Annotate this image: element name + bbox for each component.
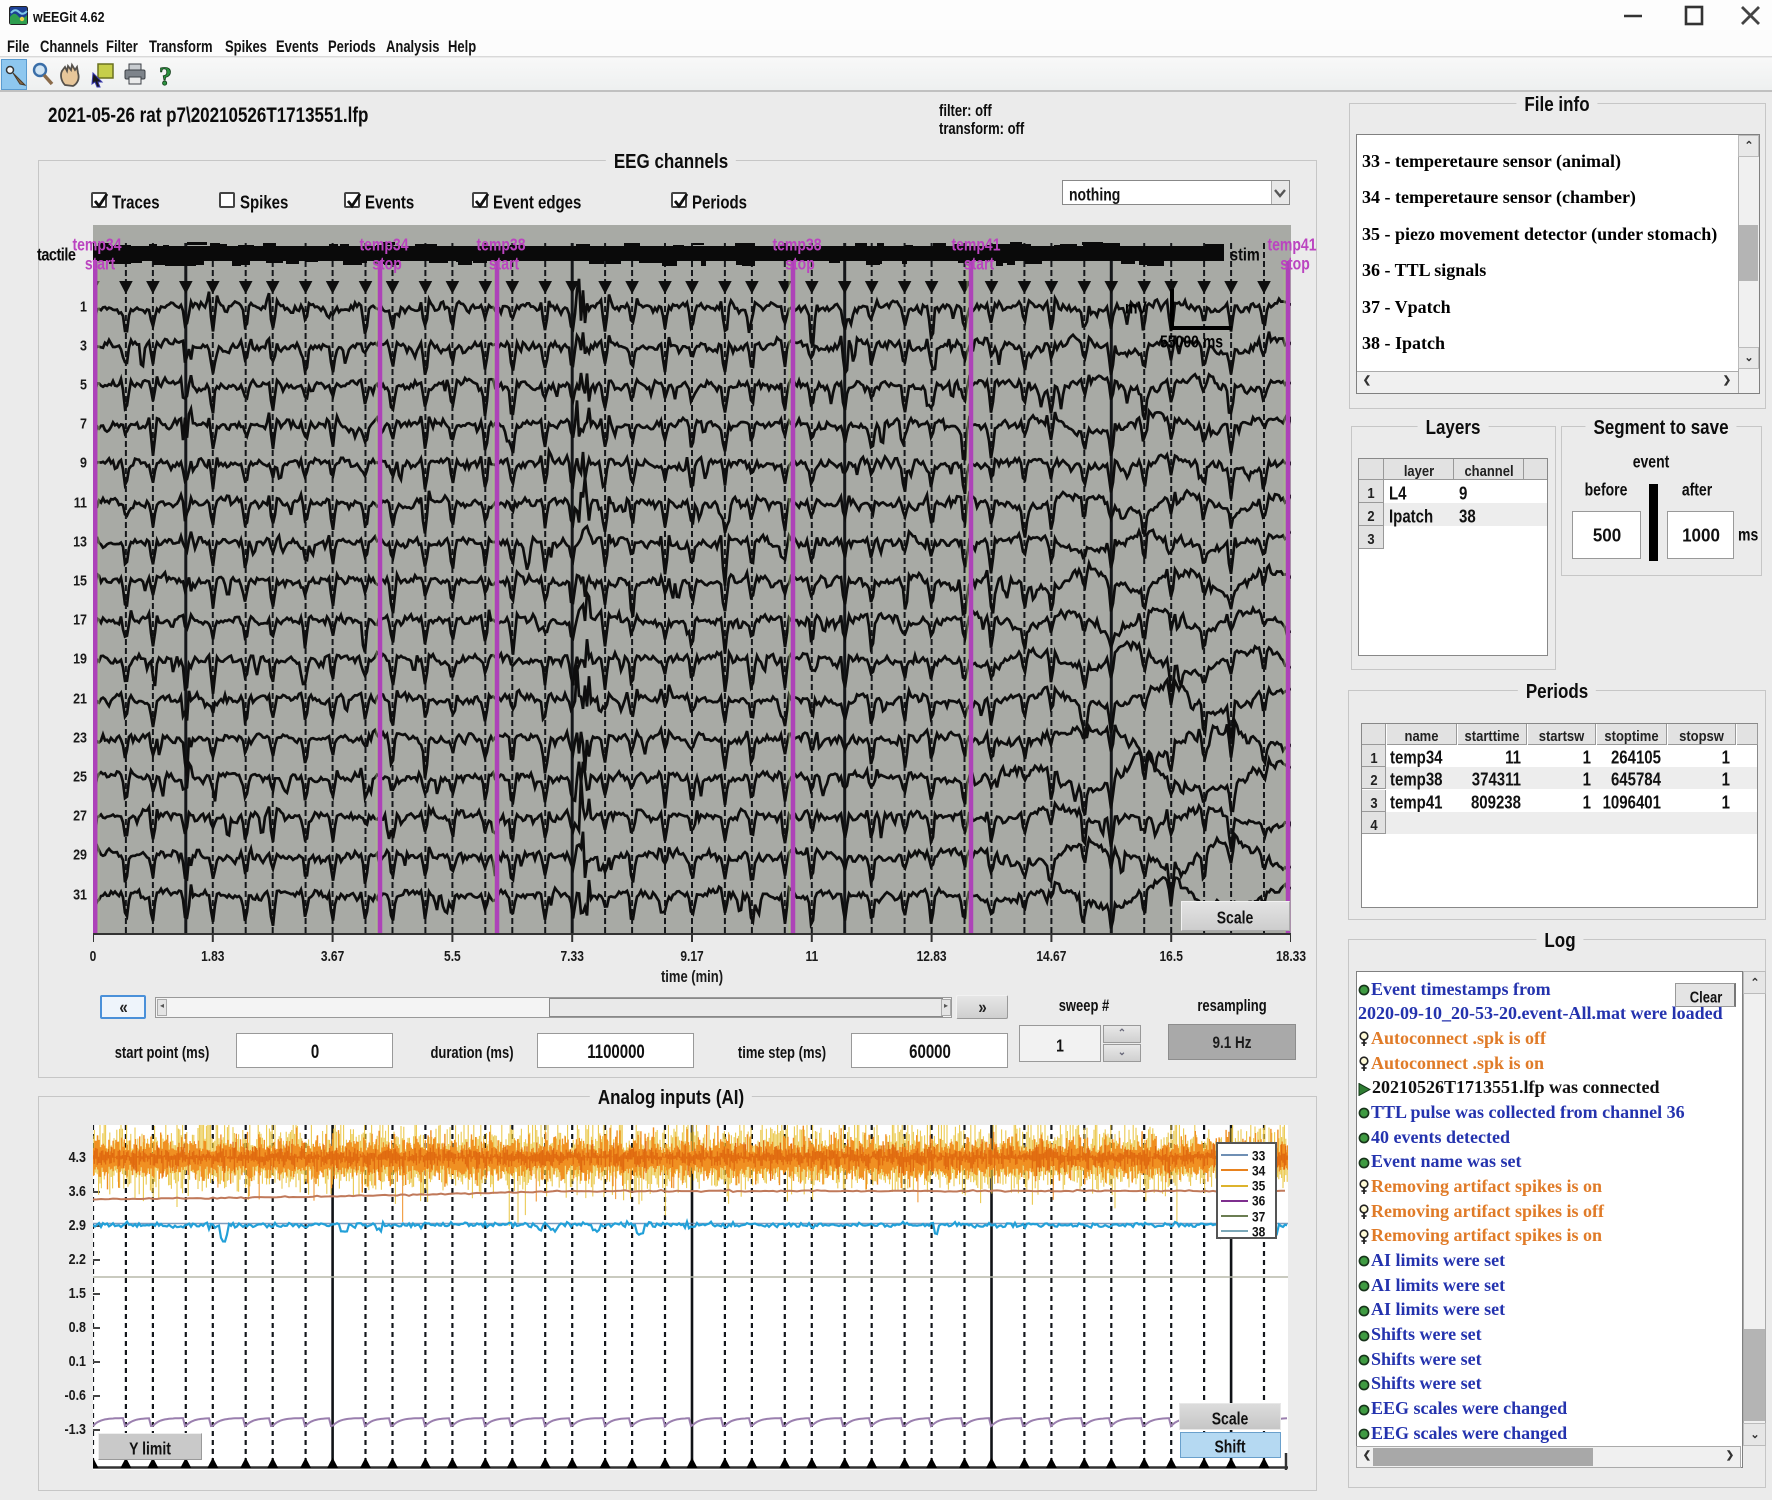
svg-text:?: ? xyxy=(159,62,172,89)
